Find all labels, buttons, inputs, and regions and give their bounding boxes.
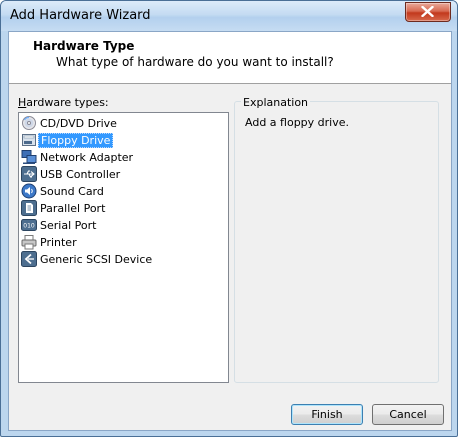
- parallel-port-icon: [21, 200, 37, 216]
- list-item-label: CD/DVD Drive: [40, 117, 117, 130]
- serial-port-icon: 010: [21, 219, 37, 231]
- list-item-label: Serial Port: [40, 219, 97, 232]
- hardware-types-label: Hardware types:: [18, 96, 109, 109]
- scsi-device-icon: [21, 251, 37, 267]
- list-item-label: Floppy Drive: [38, 133, 114, 148]
- list-item-label: Network Adapter: [40, 151, 134, 164]
- list-item-floppy-drive[interactable]: Floppy Drive: [20, 132, 227, 149]
- list-item-cd-dvd-drive[interactable]: CD/DVD Drive: [20, 115, 227, 132]
- list-item-network-adapter[interactable]: Network Adapter: [20, 149, 227, 166]
- list-item-sound-card[interactable]: Sound Card: [20, 183, 227, 200]
- explanation-label: Explanation: [241, 96, 311, 109]
- cd-dvd-drive-icon: [22, 116, 36, 130]
- page-subtitle: What type of hardware do you want to ins…: [56, 55, 334, 69]
- finish-button[interactable]: Finish: [291, 404, 363, 425]
- list-item-label: Sound Card: [40, 185, 104, 198]
- list-item-label: Generic SCSI Device: [40, 253, 153, 266]
- explanation-groupbox: [234, 101, 439, 383]
- wizard-body: Hardware Type What type of hardware do y…: [8, 31, 452, 431]
- network-adapter-icon: [21, 150, 37, 164]
- printer-icon: [21, 235, 37, 250]
- title-bar[interactable]: Add Hardware Wizard: [1, 1, 457, 31]
- list-item-generic-scsi-device[interactable]: Generic SCSI Device: [20, 251, 227, 268]
- explanation-text: Add a floppy drive.: [245, 116, 349, 129]
- sound-card-icon: [21, 183, 37, 199]
- list-item-parallel-port[interactable]: Parallel Port: [20, 200, 227, 217]
- list-item-label: Parallel Port: [40, 202, 106, 215]
- list-item-label: USB Controller: [40, 168, 121, 181]
- usb-controller-icon: [21, 166, 37, 182]
- list-item-usb-controller[interactable]: USB Controller: [20, 166, 227, 183]
- list-item-serial-port[interactable]: 010 Serial Port: [20, 217, 227, 234]
- close-icon: [421, 6, 434, 17]
- wizard-header: Hardware Type What type of hardware do y…: [9, 32, 451, 84]
- label-text: ardware types:: [26, 96, 109, 109]
- page-title: Hardware Type: [33, 39, 135, 53]
- close-button[interactable]: [405, 2, 451, 22]
- hardware-types-list[interactable]: CD/DVD Drive Floppy Drive Network Adapte…: [18, 112, 229, 383]
- floppy-drive-icon: [22, 134, 36, 146]
- window-title: Add Hardware Wizard: [10, 8, 151, 23]
- cancel-button[interactable]: Cancel: [372, 404, 444, 425]
- list-item-label: Printer: [40, 236, 77, 249]
- svg-text:010: 010: [23, 223, 35, 230]
- list-item-printer[interactable]: Printer: [20, 234, 227, 251]
- wizard-window: Add Hardware Wizard Hardware Type What t…: [0, 0, 458, 437]
